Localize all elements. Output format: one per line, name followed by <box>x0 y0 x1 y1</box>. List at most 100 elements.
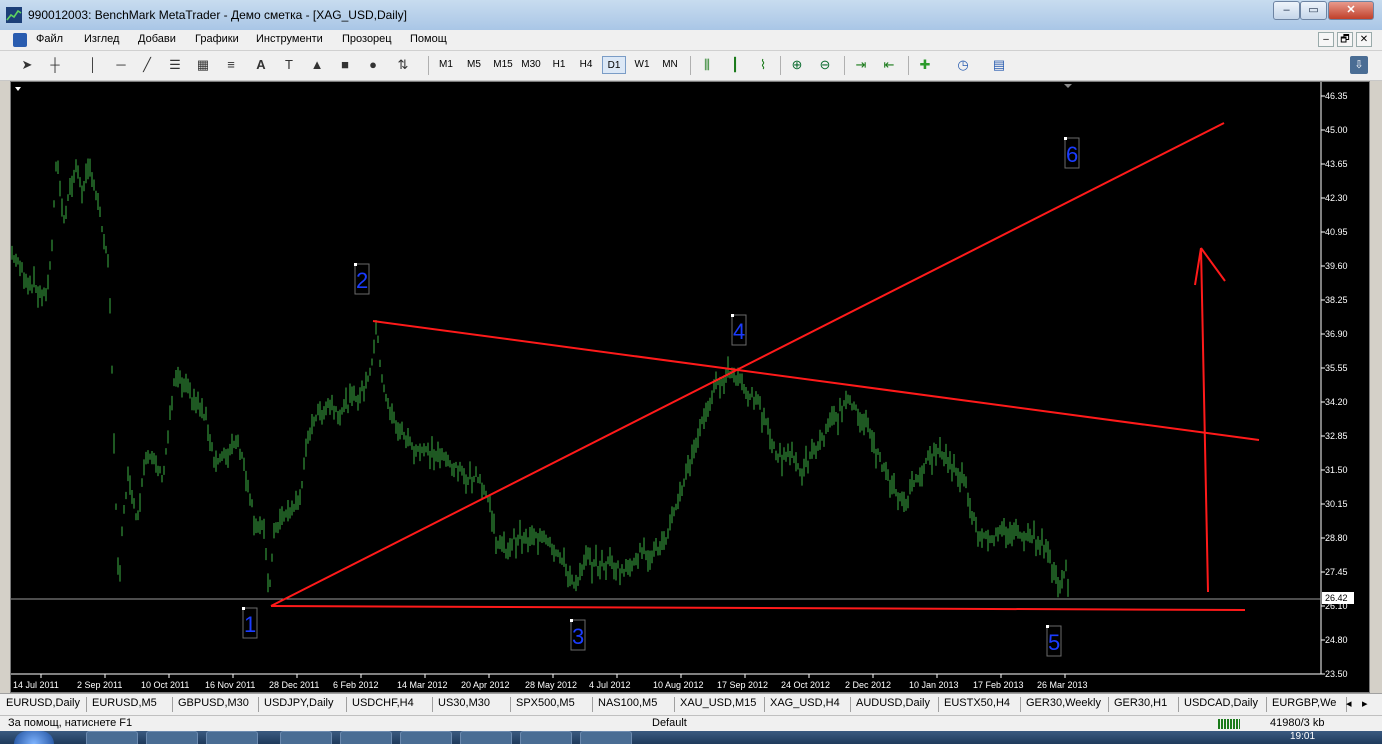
chart-tab[interactable]: USDCHF,H4 <box>352 697 414 709</box>
taskbar-app[interactable] <box>280 731 332 744</box>
line-chart-icon[interactable]: ⌇ <box>754 56 772 74</box>
timeframe-d1[interactable]: D1 <box>602 56 626 74</box>
menu-charts[interactable]: Графики <box>195 33 239 45</box>
connection-bars-icon <box>1218 719 1240 729</box>
tab-scroll-right-icon[interactable]: ▸ <box>1362 697 1368 710</box>
chart-tab[interactable]: US30,M30 <box>438 697 490 709</box>
mdi-minimize-button[interactable]: ‒ <box>1318 32 1334 47</box>
taskbar-app[interactable] <box>460 731 512 744</box>
taskbar-app[interactable] <box>206 731 258 744</box>
timeframe-m5[interactable]: M5 <box>462 56 486 74</box>
taskbar-app[interactable] <box>146 731 198 744</box>
time-tick-label: 28 Dec 2011 <box>269 680 319 690</box>
tab-separator <box>938 697 939 712</box>
channel-icon[interactable]: ☰ <box>166 56 184 74</box>
chart-tab[interactable]: SPX500,M5 <box>516 697 575 709</box>
text-tool-icon[interactable]: A <box>252 56 270 74</box>
crosshair-icon[interactable]: ┼ <box>46 56 64 74</box>
ellipse-icon[interactable]: ● <box>364 56 382 74</box>
chart-tab[interactable]: GER30,H1 <box>1114 697 1167 709</box>
metatrader-app-icon <box>6 7 22 23</box>
chart-window-icon[interactable] <box>13 33 27 47</box>
timeframe-h4[interactable]: H4 <box>575 56 597 74</box>
mdi-close-button[interactable]: ✕ <box>1356 32 1372 47</box>
wave-label-anchor <box>242 607 245 610</box>
chart-tab[interactable]: XAG_USD,H4 <box>770 697 840 709</box>
price-tick-label: 34.20 <box>1325 397 1348 407</box>
chart-tab[interactable]: XAU_USD,M15 <box>680 697 756 709</box>
price-tick-label: 46.35 <box>1325 91 1348 101</box>
chart-tab[interactable]: EURUSD,M5 <box>92 697 157 709</box>
arrows-icon[interactable]: ⇅ <box>394 56 412 74</box>
gann-icon[interactable]: ▦ <box>194 56 212 74</box>
tab-separator <box>764 697 765 712</box>
wave-label-anchor <box>731 314 734 317</box>
menu-window[interactable]: Прозорец <box>342 33 392 45</box>
zoom-in-icon[interactable]: ⊕ <box>788 56 806 74</box>
templates-icon[interactable]: ▤ <box>990 56 1008 74</box>
taskbar-app[interactable] <box>340 731 392 744</box>
candlestick-icon[interactable]: ┃ <box>726 56 744 74</box>
chart-window[interactable]: 46.35 45.00 43.65 42.30 40.95 39.60 38.25 36.90… <box>10 81 1370 693</box>
toolbar-separator <box>908 56 909 75</box>
timeframe-h1[interactable]: H1 <box>548 56 570 74</box>
indicators-icon[interactable]: ✚ <box>916 56 934 74</box>
mdi-restore-button[interactable]: 🗗 <box>1337 32 1353 47</box>
window-title: 990012003: BenchMark MetaTrader - Демо с… <box>28 8 407 22</box>
timeframe-mn[interactable]: MN <box>658 56 682 74</box>
chart-tabs-bar: EURUSD,Daily EURUSD,M5 GBPUSD,M30 USDJPY,Da… <box>0 693 1382 716</box>
horizontal-line-icon[interactable]: ─ <box>112 56 130 74</box>
menu-help[interactable]: Помощ <box>410 33 447 45</box>
vertical-line-icon[interactable]: │ <box>84 56 102 74</box>
tab-separator <box>1108 697 1109 712</box>
time-tick-label: 17 Feb 2013 <box>973 680 1024 690</box>
title-bar: 990012003: BenchMark MetaTrader - Демо с… <box>0 0 1382 30</box>
rectangle-icon[interactable]: ■ <box>336 56 354 74</box>
timeframe-w1[interactable]: W1 <box>631 56 653 74</box>
start-button[interactable] <box>14 731 54 744</box>
menu-view[interactable]: Изглед <box>84 33 119 45</box>
zoom-out-icon[interactable]: ⊖ <box>816 56 834 74</box>
chart-tab[interactable]: USDJPY,Daily <box>264 697 334 709</box>
menu-file[interactable]: Файл <box>36 33 63 45</box>
autoscroll-icon[interactable]: ⇥ <box>852 56 870 74</box>
chart-tab[interactable]: GBPUSD,M30 <box>178 697 249 709</box>
minimize-button[interactable]: ‒ <box>1273 1 1300 20</box>
navigator-toggle-icon[interactable]: ⇩ <box>1350 56 1368 74</box>
toolbar: ➤ ┼ │ ─ ╱ ☰ ▦ ≡ A T ▲ ■ ● ⇅ M1 M5 M15 M3… <box>0 51 1382 81</box>
text-label-icon[interactable]: T <box>280 56 298 74</box>
cursor-icon[interactable]: ➤ <box>18 56 36 74</box>
taskbar-app[interactable] <box>400 731 452 744</box>
price-chart[interactable]: 46.35 45.00 43.65 42.30 40.95 39.60 38.25 36.90… <box>11 82 1369 692</box>
taskbar-app[interactable] <box>580 731 632 744</box>
menu-insert[interactable]: Добави <box>138 33 176 45</box>
periods-clock-icon[interactable]: ◷ <box>954 56 972 74</box>
price-tick-label: 28.80 <box>1325 533 1348 543</box>
windows-taskbar: 19:01 <box>0 731 1382 744</box>
taskbar-app[interactable] <box>520 731 572 744</box>
status-traffic: 41980/3 kb <box>1270 717 1325 729</box>
chart-tab[interactable]: EURGBP,We <box>1272 697 1336 709</box>
taskbar-app[interactable] <box>86 731 138 744</box>
chart-tab[interactable]: GER30,Weekly <box>1026 697 1101 709</box>
timeframe-m1[interactable]: M1 <box>434 56 458 74</box>
maximize-button[interactable]: ▭ <box>1300 1 1327 20</box>
tab-scroll-left-icon[interactable]: ◂ <box>1346 697 1352 710</box>
triangle-icon[interactable]: ▲ <box>308 56 326 74</box>
bar-chart-icon[interactable]: ⫼ <box>698 56 716 74</box>
wave-label-anchor <box>570 619 573 622</box>
chart-tab[interactable]: AUDUSD,Daily <box>856 697 930 709</box>
chart-tab[interactable]: USDCAD,Daily <box>1184 697 1258 709</box>
taskbar-clock: 19:01 <box>1290 731 1316 742</box>
timeframe-m15[interactable]: M15 <box>490 56 516 74</box>
tab-separator <box>510 697 511 712</box>
menu-tools[interactable]: Инструменти <box>256 33 323 45</box>
chart-shift-icon[interactable]: ⇤ <box>880 56 898 74</box>
fibonacci-icon[interactable]: ≡ <box>222 56 240 74</box>
trendline-icon[interactable]: ╱ <box>138 56 156 74</box>
close-button[interactable]: ✕ <box>1328 1 1374 20</box>
chart-tab[interactable]: NAS100,M5 <box>598 697 657 709</box>
chart-tab[interactable]: EURUSD,Daily <box>6 697 80 709</box>
timeframe-m30[interactable]: M30 <box>518 56 544 74</box>
chart-tab[interactable]: EUSTX50,H4 <box>944 697 1010 709</box>
